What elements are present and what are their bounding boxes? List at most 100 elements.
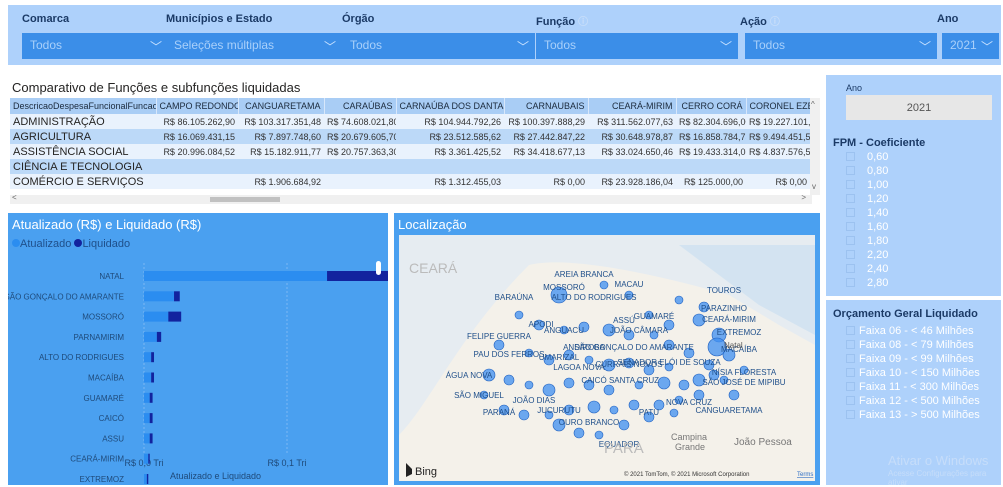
map-bubble[interactable]: [674, 295, 684, 305]
fpm-option[interactable]: 2,20: [846, 249, 888, 261]
bar-liquidado[interactable]: [146, 474, 149, 484]
bar-atualizado[interactable]: [144, 433, 150, 444]
bar-liquidado[interactable]: [151, 352, 155, 363]
bar-atualizado[interactable]: [144, 271, 328, 281]
checkbox-icon[interactable]: [846, 354, 855, 363]
fpm-option[interactable]: 1,60: [846, 221, 888, 233]
map-bubble[interactable]: [573, 427, 585, 439]
table-row[interactable]: COMÉRCIO E SERVIÇOS R$ 1.906.684,92 R$ 1.3…: [10, 174, 810, 189]
map-bubble[interactable]: [628, 399, 640, 411]
scroll-up-icon[interactable]: ^: [811, 100, 815, 109]
checkbox-icon[interactable]: [846, 410, 855, 419]
checkbox-icon[interactable]: [846, 264, 855, 273]
bar-atualizado[interactable]: [144, 352, 152, 363]
orcamento-option[interactable]: Faixa 10 - < 150 Milhões: [846, 367, 980, 379]
column-header-municipio[interactable]: CORONEL EZEQUIEL: [746, 98, 811, 114]
map-bubble[interactable]: [728, 389, 740, 401]
bar-liquidado[interactable]: [149, 392, 153, 403]
map-bubble[interactable]: [618, 419, 630, 431]
column-header-municipio[interactable]: CARNAÚBA DOS DANTAS: [396, 98, 505, 114]
table-row[interactable]: CIÊNCIA E TECNOLOGIA: [10, 159, 810, 174]
checkbox-icon[interactable]: [846, 208, 855, 217]
map-bubble[interactable]: [518, 409, 530, 421]
fpm-option[interactable]: 1,80: [846, 235, 888, 247]
orcamento-option[interactable]: Faixa 13 - > 500 Milhões: [846, 409, 980, 421]
fpm-option[interactable]: 0,80: [846, 165, 888, 177]
bar-atualizado[interactable]: [144, 311, 169, 322]
checkbox-icon[interactable]: [846, 382, 855, 391]
orcamento-option[interactable]: Faixa 11 - < 300 Milhões: [846, 381, 979, 393]
table-horizontal-scrollbar[interactable]: < >: [10, 193, 812, 204]
column-header-municipio[interactable]: CARNAUBAIS: [504, 98, 589, 114]
filter-orgao-dropdown[interactable]: Todos ﹀: [342, 33, 535, 59]
scroll-left-icon[interactable]: <: [12, 193, 17, 202]
map-canvas[interactable]: AREIA BRANCA MOSSORÓ MACAU TOUROS BARAÚNA ALT…: [399, 235, 815, 481]
chart-scrollbar[interactable]: [376, 261, 381, 275]
map-bubble[interactable]: [493, 339, 505, 351]
map-bubble[interactable]: [669, 408, 679, 418]
scroll-right-icon[interactable]: >: [801, 193, 806, 202]
bar-liquidado[interactable]: [156, 331, 162, 342]
checkbox-icon[interactable]: [846, 222, 855, 231]
filter-acao-dropdown[interactable]: Todos ﹀: [745, 33, 937, 59]
bar-atualizado[interactable]: [144, 392, 150, 403]
info-icon[interactable]: ⓘ: [578, 17, 588, 28]
scroll-down-icon[interactable]: v: [812, 182, 816, 191]
map-bubble[interactable]: [524, 380, 534, 390]
map-bubble[interactable]: [587, 400, 601, 414]
bar-atualizado[interactable]: [144, 413, 150, 424]
fpm-option[interactable]: 2,40: [846, 263, 888, 275]
checkbox-icon[interactable]: [846, 152, 855, 161]
map-bubble[interactable]: [657, 376, 671, 390]
checkbox-icon[interactable]: [846, 194, 855, 203]
fpm-option[interactable]: 0,60: [846, 151, 888, 163]
bar-atualizado[interactable]: [144, 474, 147, 484]
filter-comarca-dropdown[interactable]: Todos ﹀: [22, 33, 168, 59]
map-bubble[interactable]: [563, 377, 575, 389]
filter-funcao-dropdown[interactable]: Todos ﹀: [536, 33, 738, 59]
map-bubble[interactable]: [503, 374, 515, 386]
column-header-function[interactable]: DescricaoDespesaFuncionalFuncao: [10, 98, 157, 114]
ano-value-box[interactable]: 2021: [846, 95, 992, 120]
info-icon[interactable]: ⓘ: [770, 17, 780, 28]
checkbox-icon[interactable]: [846, 236, 855, 245]
orcamento-option[interactable]: Faixa 09 - < 99 Milhões: [846, 353, 974, 365]
map-terms-link[interactable]: Terms: [797, 472, 813, 478]
bar-atualizado[interactable]: [144, 331, 157, 342]
map-bubble[interactable]: [542, 383, 556, 397]
map-bubble[interactable]: [599, 280, 609, 290]
table-row[interactable]: AGRICULTURA R$ 16.069.431,15 R$ 7.897.748,…: [10, 129, 810, 144]
column-header-municipio[interactable]: CARAÚBAS: [324, 98, 397, 114]
checkbox-icon[interactable]: [846, 326, 855, 335]
bar-liquidado[interactable]: [151, 372, 155, 383]
orcamento-option[interactable]: Faixa 06 - < 46 Milhões: [846, 325, 974, 337]
bar-liquidado[interactable]: [149, 433, 153, 444]
map-bubble[interactable]: [514, 310, 524, 320]
filter-ano-dropdown[interactable]: 2021 ﹀: [942, 33, 999, 59]
checkbox-icon[interactable]: [846, 166, 855, 175]
checkbox-icon[interactable]: [846, 250, 855, 259]
map-bubble[interactable]: [609, 405, 619, 415]
checkbox-icon[interactable]: [846, 278, 855, 287]
filter-municipios-dropdown[interactable]: Seleções múltiplas ﹀: [166, 33, 342, 59]
orcamento-option[interactable]: Faixa 08 - < 79 Milhões: [846, 339, 974, 351]
orcamento-option[interactable]: Faixa 12 - < 500 Milhões: [846, 395, 980, 407]
table-row[interactable]: ASSISTÊNCIA SOCIAL R$ 20.996.084,52 R$ 15.…: [10, 144, 810, 159]
bar-liquidado[interactable]: [174, 291, 180, 302]
checkbox-icon[interactable]: [846, 368, 855, 377]
bar-liquidado[interactable]: [149, 413, 153, 424]
checkbox-icon[interactable]: [846, 340, 855, 349]
table-row[interactable]: ADMINISTRAÇÃO R$ 86.105.262,90 R$ 103.317.…: [10, 114, 810, 129]
bar-liquidado[interactable]: [148, 453, 150, 464]
map-bubble[interactable]: [678, 379, 690, 391]
bar-liquidado[interactable]: [168, 311, 182, 322]
fpm-option[interactable]: 1,00: [846, 179, 888, 191]
column-header-municipio[interactable]: CEARÁ-MIRIM: [588, 98, 677, 114]
column-header-municipio[interactable]: CANGUARETAMA: [238, 98, 325, 114]
fpm-option[interactable]: 2,80: [846, 277, 888, 289]
column-header-municipio[interactable]: CAMPO REDONDO: [156, 98, 239, 114]
bar-atualizado[interactable]: [144, 291, 175, 302]
fpm-option[interactable]: 1,20: [846, 193, 888, 205]
scrollbar-thumb[interactable]: [210, 197, 280, 202]
fpm-option[interactable]: 1,40: [846, 207, 888, 219]
